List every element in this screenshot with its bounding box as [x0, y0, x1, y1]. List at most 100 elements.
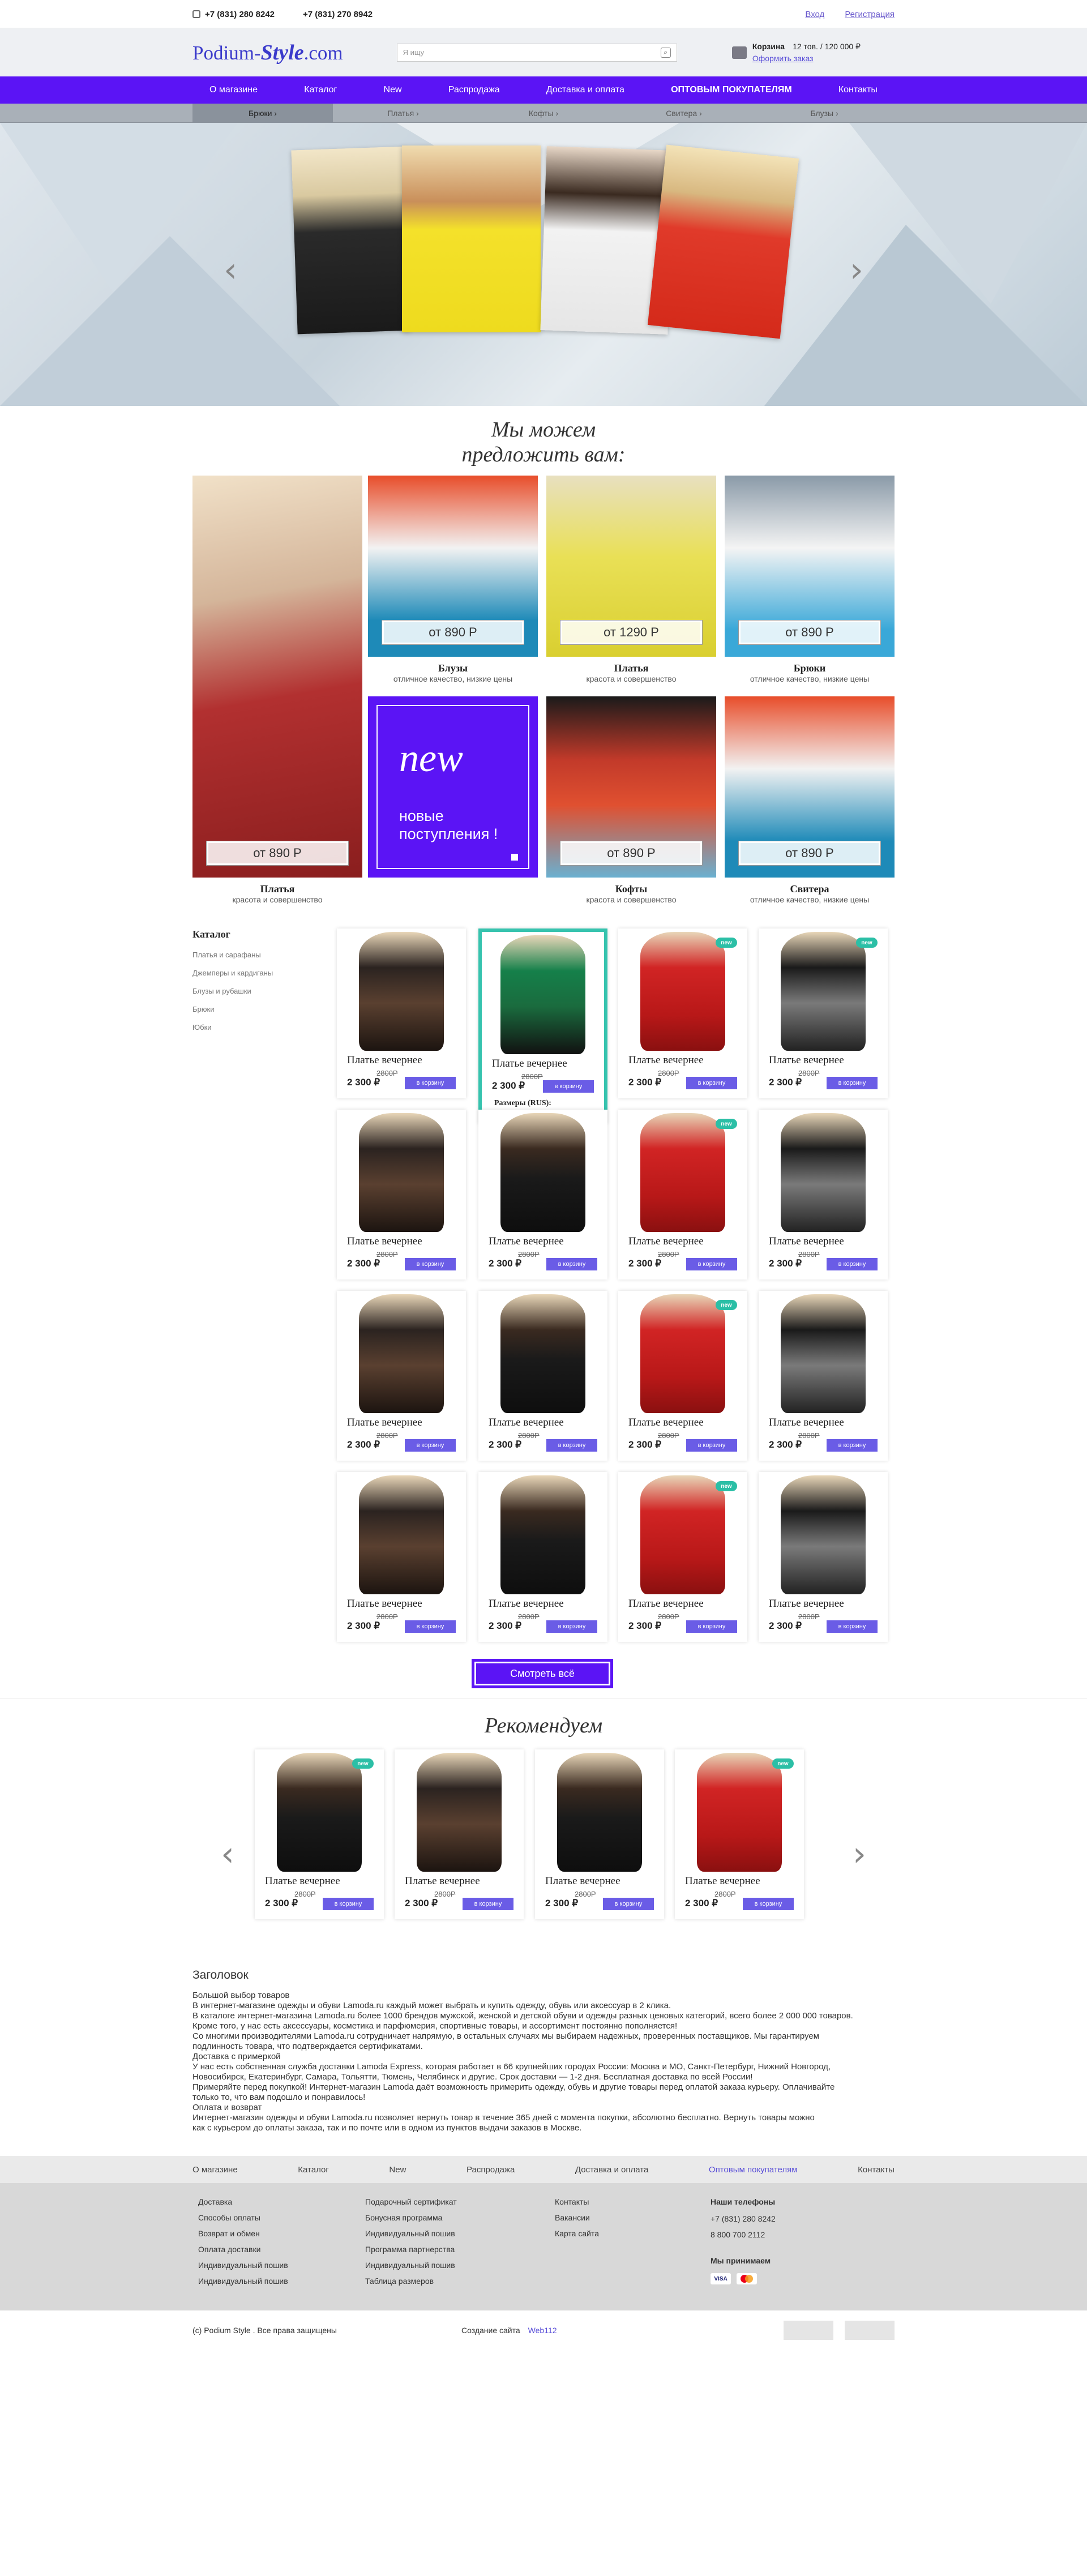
footer-link[interactable]: Контакты — [555, 2197, 711, 2206]
footer-phone[interactable]: 8 800 700 2112 — [711, 2230, 776, 2239]
offer-tile[interactable]: от 1290 Р — [546, 476, 716, 657]
product-name[interactable]: Платье вечернее — [628, 1235, 704, 1248]
product-name[interactable]: Платье вечернее — [769, 1054, 844, 1067]
chevron-left-icon[interactable]: ‹ — [224, 253, 237, 287]
view-all-button[interactable]: Смотреть всё — [472, 1659, 613, 1688]
add-to-cart-button[interactable]: в корзину — [405, 1077, 456, 1089]
product-name[interactable]: Платье вечернее — [489, 1235, 564, 1248]
product-card[interactable]: Платье вечернее 2800Р 2 300 ₽ в корзину — [337, 1291, 466, 1461]
product-image[interactable] — [359, 1475, 444, 1594]
chevron-right-icon[interactable]: › — [850, 253, 863, 287]
product-card[interactable]: new Платье вечернее 2800Р 2 300 ₽ в корзину — [675, 1749, 804, 1919]
product-name[interactable]: Платье вечернее — [347, 1054, 422, 1067]
product-name[interactable]: Платье вечернее — [628, 1417, 704, 1429]
catalog-link[interactable]: Юбки — [192, 1023, 317, 1032]
add-to-cart-button[interactable]: в корзину — [543, 1080, 594, 1093]
footer-link[interactable]: Индивидуальный пошив — [198, 2277, 365, 2286]
login-link[interactable]: Вход — [805, 10, 824, 19]
product-image[interactable] — [640, 1294, 725, 1413]
footer-link[interactable]: Возврат и обмен — [198, 2229, 365, 2238]
product-image[interactable] — [640, 932, 725, 1051]
offer-tile[interactable]: от 890 Р — [546, 696, 716, 878]
logo[interactable]: Podium-Style.com — [192, 40, 343, 65]
product-card[interactable]: new Платье вечернее 2800Р 2 300 ₽ в корзину — [618, 1472, 747, 1642]
social-placeholder[interactable] — [845, 2321, 895, 2340]
subnav-item[interactable]: Кофты › — [473, 104, 614, 123]
add-to-cart-button[interactable]: в корзину — [686, 1439, 737, 1452]
catalog-link[interactable]: Платья и сарафаны — [192, 951, 317, 959]
offer-tile[interactable]: от 890 Р — [368, 476, 538, 657]
footer-nav-item[interactable]: Каталог — [298, 2165, 329, 2175]
footer-link[interactable]: Способы оплаты — [198, 2213, 365, 2222]
product-image[interactable] — [500, 1113, 585, 1232]
product-card[interactable]: Платье вечернее 2800Р 2 300 ₽ в корзину — [337, 1472, 466, 1642]
product-name[interactable]: Платье вечернее — [405, 1875, 480, 1888]
add-to-cart-button[interactable]: в корзину — [743, 1898, 794, 1910]
nav-item[interactable]: Каталог — [304, 85, 337, 95]
subnav-item[interactable]: Блузы › — [754, 104, 895, 123]
footer-nav-item[interactable]: Доставка и оплата — [575, 2165, 648, 2175]
product-name[interactable]: Платье вечернее — [492, 1058, 567, 1070]
product-name[interactable]: Платье вечернее — [769, 1235, 844, 1248]
footer-link[interactable]: Вакансии — [555, 2213, 711, 2222]
checkout-link[interactable]: Оформить заказ — [752, 54, 861, 63]
product-image[interactable] — [640, 1475, 725, 1594]
add-to-cart-button[interactable]: в корзину — [546, 1258, 597, 1270]
product-name[interactable]: Платье вечернее — [489, 1598, 564, 1610]
product-card[interactable]: Платье вечернее 2800Р 2 300 ₽ в корзину — [478, 1110, 607, 1280]
phone-1[interactable]: +7 (831) 280 8242 — [205, 10, 275, 19]
product-name[interactable]: Платье вечернее — [769, 1598, 844, 1610]
footer-link[interactable]: Индивидуальный пошив — [365, 2261, 555, 2270]
product-card[interactable]: Платье вечернее 2800Р 2 300 ₽ в корзину — [337, 928, 466, 1098]
product-card[interactable]: Платье вечернее 2800Р 2 300 ₽ в корзину — [759, 1110, 888, 1280]
product-card[interactable]: new Платье вечернее 2800Р 2 300 ₽ в корзину — [759, 928, 888, 1098]
product-name[interactable]: Платье вечернее — [545, 1875, 620, 1888]
add-to-cart-button[interactable]: в корзину — [827, 1258, 878, 1270]
product-image[interactable] — [640, 1113, 725, 1232]
add-to-cart-button[interactable]: в корзину — [686, 1077, 737, 1089]
add-to-cart-button[interactable]: в корзину — [686, 1620, 737, 1633]
subnav-item[interactable]: Свитера › — [614, 104, 754, 123]
nav-item[interactable]: Доставка и оплата — [546, 85, 624, 95]
product-name[interactable]: Платье вечернее — [628, 1054, 704, 1067]
offer-tile[interactable]: от 890 Р — [192, 476, 362, 878]
product-card[interactable]: Платье вечернее 2800Р 2 300 ₽ в корзину — [478, 1472, 607, 1642]
add-to-cart-button[interactable]: в корзину — [323, 1898, 374, 1910]
subnav-item[interactable]: Платья › — [333, 104, 473, 123]
product-name[interactable]: Платье вечернее — [347, 1598, 422, 1610]
product-image[interactable] — [697, 1753, 782, 1872]
add-to-cart-button[interactable]: в корзину — [827, 1439, 878, 1452]
product-name[interactable]: Платье вечернее — [265, 1875, 340, 1888]
footer-link[interactable]: Оплата доставки — [198, 2245, 365, 2254]
product-name[interactable]: Платье вечернее — [347, 1417, 422, 1429]
footer-nav-item[interactable]: Контакты — [858, 2165, 895, 2175]
product-card[interactable]: Платье вечернее 2800Р 2 300 ₽ в корзину — [535, 1749, 664, 1919]
add-to-cart-button[interactable]: в корзину — [405, 1620, 456, 1633]
product-image[interactable] — [500, 1475, 585, 1594]
add-to-cart-button[interactable]: в корзину — [405, 1258, 456, 1270]
footer-link[interactable]: Доставка — [198, 2197, 365, 2206]
footer-link[interactable]: Карта сайта — [555, 2229, 711, 2238]
add-to-cart-button[interactable]: в корзину — [827, 1620, 878, 1633]
product-card[interactable]: Платье вечернее 2800Р 2 300 ₽ в корзину — [478, 1291, 607, 1461]
subnav-item[interactable]: Брюки › — [192, 104, 333, 123]
product-name[interactable]: Платье вечернее — [628, 1598, 704, 1610]
product-image[interactable] — [500, 935, 585, 1054]
product-image[interactable] — [781, 932, 866, 1051]
offer-tile[interactable]: от 890 Р — [725, 476, 895, 657]
footer-link[interactable]: Индивидуальный пошив — [198, 2261, 365, 2270]
new-arrivals-tile[interactable]: new новые поступления ! — [368, 696, 538, 878]
catalog-link[interactable]: Блузы и рубашки — [192, 987, 317, 995]
product-card[interactable]: new Платье вечернее 2800Р 2 300 ₽ в корзину — [618, 1291, 747, 1461]
footer-nav-item[interactable]: Оптовым покупателям — [709, 2165, 798, 2175]
search-input[interactable]: Я ищу ⌕ — [396, 43, 677, 62]
product-image[interactable] — [277, 1753, 362, 1872]
nav-item-wholesale[interactable]: ОПТОВЫМ ПОКУПАТЕЛЯМ — [671, 85, 792, 95]
footer-link[interactable]: Индивидуальный пошив — [365, 2229, 555, 2238]
footer-nav-item[interactable]: Распродажа — [467, 2165, 515, 2175]
product-card[interactable]: Платье вечернее 2800Р 2 300 ₽ в корзину — [395, 1749, 524, 1919]
footer-link[interactable]: Подарочный сертификат — [365, 2197, 555, 2206]
product-image[interactable] — [417, 1753, 502, 1872]
studio-link[interactable]: Web112 — [528, 2326, 557, 2335]
product-name[interactable]: Платье вечернее — [489, 1417, 564, 1429]
